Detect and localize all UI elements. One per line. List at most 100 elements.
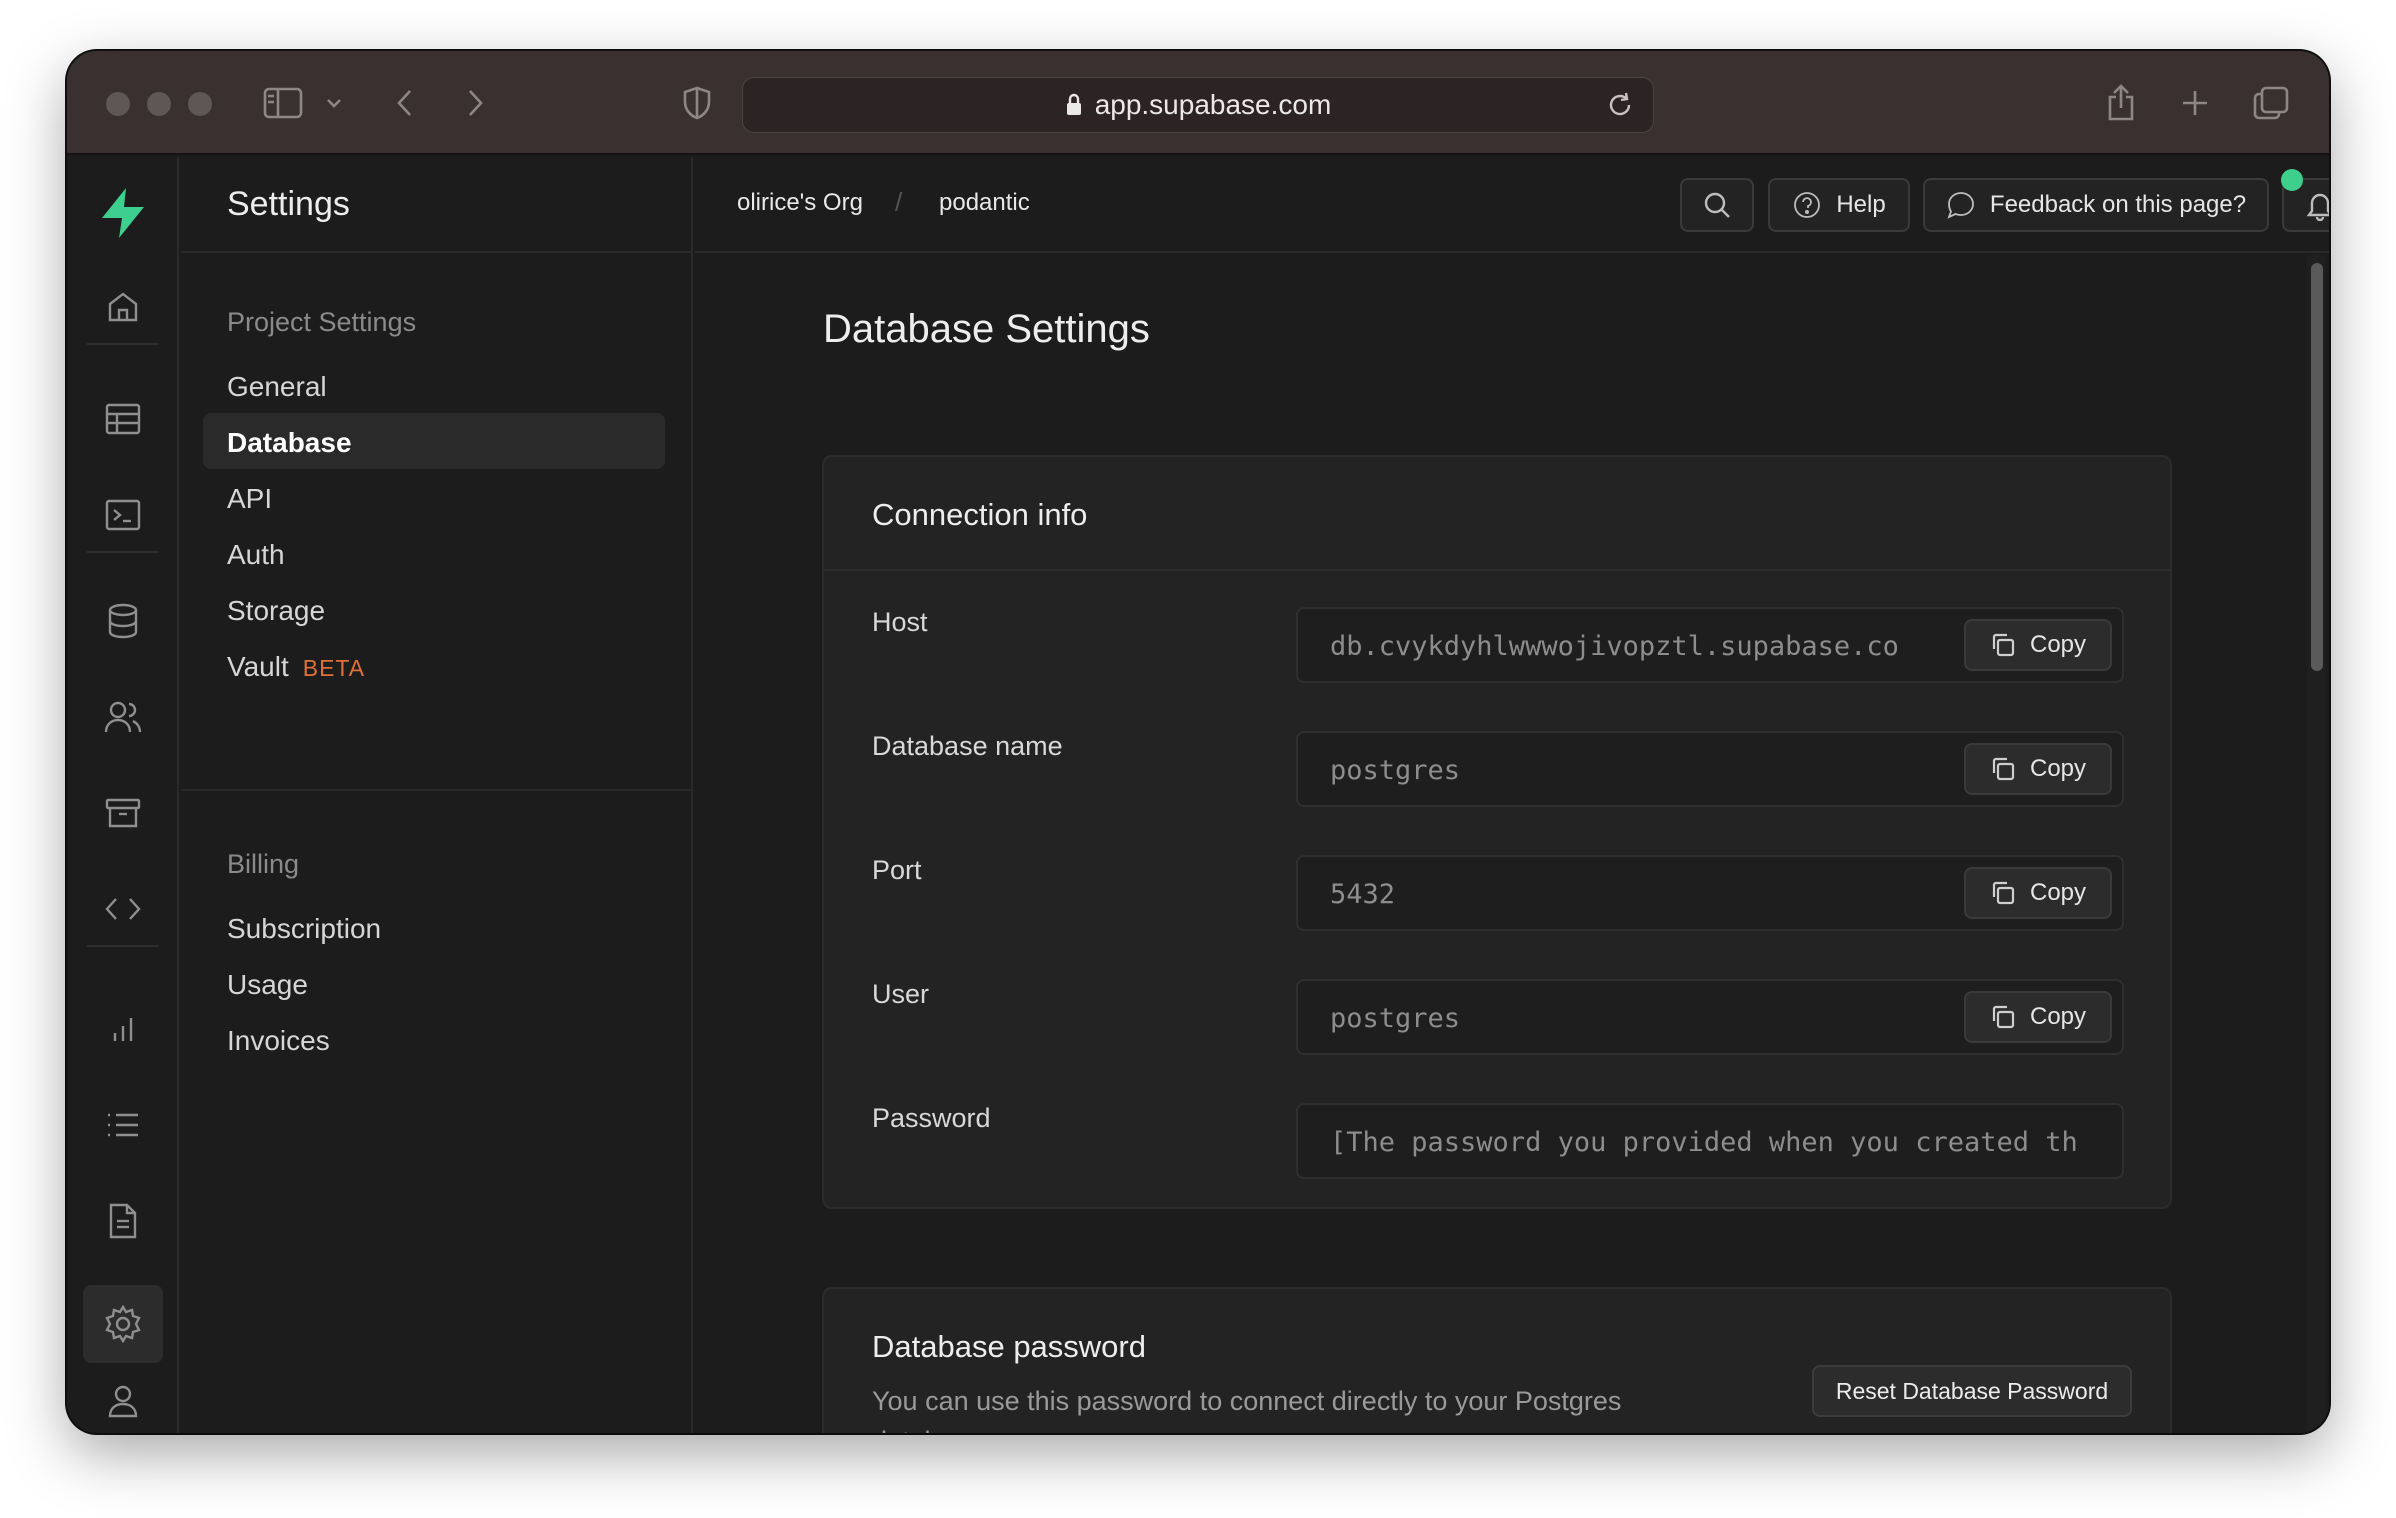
- copy-host-button[interactable]: Copy: [1964, 619, 2112, 671]
- user-field[interactable]: postgres Copy: [1296, 979, 2124, 1055]
- copy-database-name-button[interactable]: Copy: [1964, 743, 2112, 795]
- logs-icon[interactable]: [99, 1101, 147, 1149]
- share-icon[interactable]: [2103, 81, 2139, 125]
- database-name-value: postgres: [1330, 755, 1461, 786]
- chat-bubble-icon: [1947, 192, 1974, 219]
- copy-port-button[interactable]: Copy: [1964, 867, 2112, 919]
- back-icon[interactable]: [389, 81, 421, 125]
- close-window-button[interactable]: [106, 92, 130, 116]
- storage-icon[interactable]: [99, 789, 147, 837]
- new-tab-icon[interactable]: [2177, 81, 2213, 125]
- copy-label: Copy: [2029, 879, 2087, 906]
- connection-info-header: Connection info: [824, 457, 2170, 571]
- copy-icon: [1992, 881, 2015, 905]
- bell-icon: [2306, 193, 2329, 221]
- database-password-title: Database password: [872, 1329, 1146, 1364]
- address-bar[interactable]: app.supabase.com: [742, 77, 1654, 133]
- app-area: Settings Project Settings General Databa…: [67, 157, 2329, 1433]
- section-title-billing: Billing: [227, 849, 300, 879]
- home-icon[interactable]: [99, 283, 147, 331]
- chevron-down-icon[interactable]: [322, 81, 346, 125]
- reset-database-password-button[interactable]: Reset Database Password: [1812, 1365, 2132, 1417]
- search-button[interactable]: [1680, 178, 1754, 232]
- lock-icon: [1066, 93, 1081, 115]
- password-value: [The password you provided when you crea…: [1330, 1127, 2078, 1158]
- breadcrumb-separator: /: [895, 187, 903, 217]
- sidebar-header: Settings: [181, 157, 693, 253]
- help-label: Help: [1836, 191, 1886, 218]
- connection-info-title: Connection info: [872, 497, 1088, 532]
- password-label: Password: [872, 1103, 991, 1133]
- user-account-icon[interactable]: [99, 1377, 147, 1425]
- copy-label: Copy: [2029, 755, 2087, 782]
- forward-icon[interactable]: [459, 81, 491, 125]
- database-name-label: Database name: [872, 731, 1063, 761]
- reports-icon[interactable]: [99, 1005, 147, 1053]
- reload-icon[interactable]: [1605, 90, 1635, 120]
- user-label: User: [872, 979, 930, 1009]
- sidebar-item-storage[interactable]: Storage: [227, 595, 325, 627]
- help-button[interactable]: Help: [1768, 178, 1910, 232]
- host-label: Host: [872, 607, 928, 637]
- breadcrumb-project[interactable]: podantic: [939, 189, 1030, 217]
- port-value: 5432: [1330, 879, 1396, 910]
- top-bar: olirice's Org / podantic Help Feedback o…: [695, 157, 2329, 253]
- api-docs-icon[interactable]: [99, 1197, 147, 1245]
- edge-functions-icon[interactable]: [99, 885, 147, 933]
- browser-toolbar: app.supabase.com: [67, 51, 2329, 155]
- sidebar-item-database[interactable]: Database: [227, 427, 352, 459]
- browser-window: app.supabase.com Settings Project Settin…: [67, 51, 2329, 1433]
- section-title-project-settings: Project Settings: [227, 307, 417, 337]
- sql-editor-icon[interactable]: [99, 491, 147, 539]
- database-password-description: You can use this password to connect dir…: [872, 1386, 1622, 1433]
- zoom-window-button[interactable]: [188, 92, 212, 116]
- port-field[interactable]: 5432 Copy: [1296, 855, 2124, 931]
- notification-indicator: [2281, 169, 2303, 191]
- sidebar-item-invoices[interactable]: Invoices: [227, 1025, 330, 1057]
- url-text: app.supabase.com: [1094, 89, 1332, 120]
- sidebar-toggle-icon[interactable]: [261, 81, 305, 125]
- feedback-label: Feedback on this page?: [1989, 191, 2247, 218]
- scrollbar-thumb[interactable]: [2311, 263, 2323, 671]
- copy-icon: [1992, 633, 2015, 657]
- sidebar-item-general[interactable]: General: [227, 371, 327, 403]
- settings-sidebar: Settings Project Settings General Databa…: [181, 157, 693, 1433]
- authentication-icon[interactable]: [99, 693, 147, 741]
- settings-gear-icon[interactable]: [99, 1300, 147, 1348]
- icon-rail: [67, 157, 179, 1433]
- copy-icon: [1992, 1005, 2015, 1029]
- port-label: Port: [872, 855, 922, 885]
- sidebar-item-api[interactable]: API: [227, 483, 272, 515]
- page-title: Database Settings: [823, 307, 1150, 351]
- connection-info-card: Connection info Host db.cvykdyhlwwwojivo…: [822, 455, 2172, 1209]
- user-value: postgres: [1330, 1003, 1461, 1034]
- sidebar-item-subscription[interactable]: Subscription: [227, 913, 381, 945]
- sidebar-title: Settings: [227, 185, 350, 223]
- copy-label: Copy: [2029, 1003, 2087, 1030]
- supabase-logo[interactable]: [95, 185, 151, 246]
- copy-label: Copy: [2029, 631, 2087, 658]
- beta-badge: BETA: [302, 655, 366, 681]
- copy-user-button[interactable]: Copy: [1964, 991, 2112, 1043]
- sidebar-item-auth[interactable]: Auth: [227, 539, 285, 571]
- copy-icon: [1992, 757, 2015, 781]
- feedback-button[interactable]: Feedback on this page?: [1923, 178, 2269, 232]
- breadcrumb-org[interactable]: olirice's Org: [737, 189, 863, 217]
- sidebar-item-vault[interactable]: Vault BETA: [227, 651, 365, 683]
- shield-icon[interactable]: [679, 81, 715, 125]
- sidebar-item-usage[interactable]: Usage: [227, 969, 308, 1001]
- host-field[interactable]: db.cvykdyhlwwwojivopztl.supabase.co Copy: [1296, 607, 2124, 683]
- search-icon: [1704, 192, 1730, 218]
- database-icon[interactable]: [99, 597, 147, 645]
- help-icon: [1794, 192, 1821, 218]
- minimize-window-button[interactable]: [147, 92, 171, 116]
- database-name-field[interactable]: postgres Copy: [1296, 731, 2124, 807]
- main-content: olirice's Org / podantic Help Feedback o…: [695, 157, 2329, 1433]
- sidebar-item-vault-label: Vault: [227, 651, 289, 682]
- password-field[interactable]: [The password you provided when you crea…: [1296, 1103, 2124, 1179]
- host-value: db.cvykdyhlwwwojivopztl.supabase.co: [1330, 631, 1899, 662]
- database-password-card: Database password You can use this passw…: [822, 1287, 2172, 1433]
- table-editor-icon[interactable]: [99, 395, 147, 443]
- tab-overview-icon[interactable]: [2251, 81, 2291, 125]
- scrollbar[interactable]: [2307, 255, 2325, 1433]
